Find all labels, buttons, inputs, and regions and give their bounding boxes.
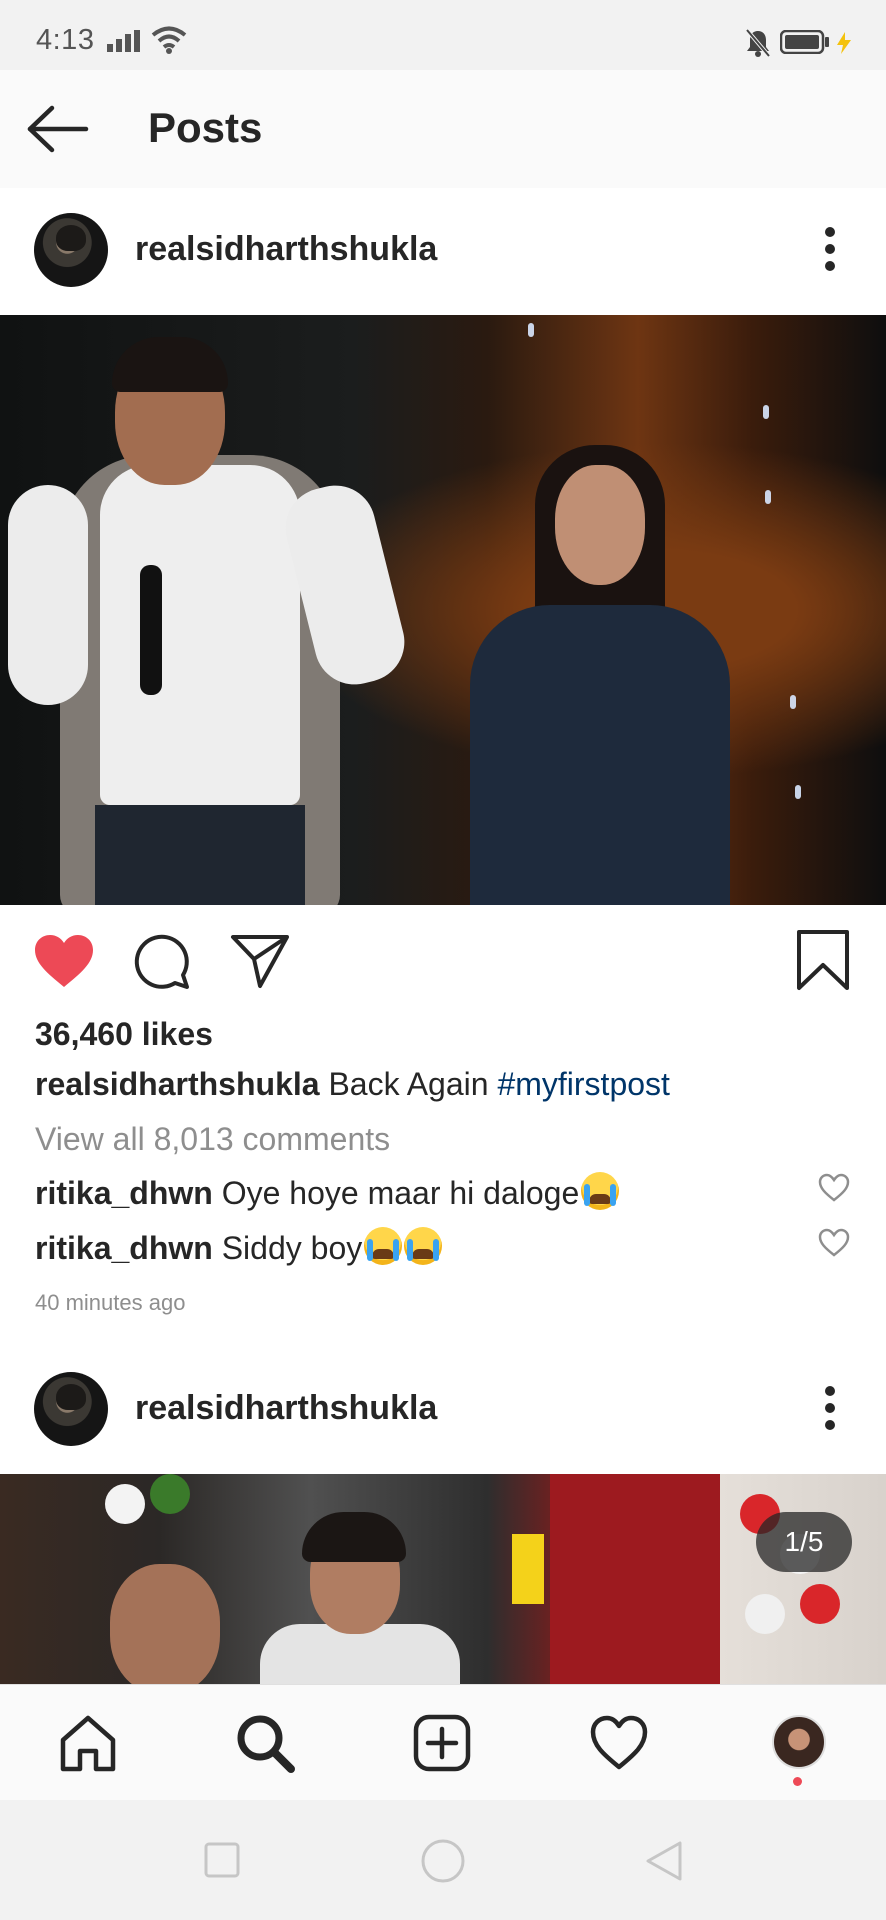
status-time: 4:13 [36,24,95,56]
flower [150,1474,190,1514]
comment-text: Oye hoye maar hi daloge [221,1175,580,1211]
post-image[interactable] [0,1474,886,1684]
top-app-bar: Posts [0,70,886,190]
flower [105,1484,145,1524]
profile-avatar[interactable] [772,1715,826,1769]
comment-icon[interactable] [133,933,191,991]
man-shirt [100,465,300,805]
flower [745,1594,785,1634]
microphone [140,565,162,695]
comment-like-heart-icon[interactable] [818,1173,850,1203]
system-navigation-bar [0,1800,886,1920]
comment-row: ritika_dhwn Siddy boy [35,1227,443,1267]
loudly-crying-emoji [581,1172,620,1210]
post-header: realsidharthshukla [0,1347,886,1473]
man-hair [112,337,228,392]
notifications-muted-icon [745,28,771,58]
post-header: realsidharthshukla [0,188,886,314]
caution-sign [512,1534,544,1604]
person-hair [302,1512,406,1562]
post-actions [0,905,886,1015]
post-caption: realsidharthshukla Back Again #myfirstpo… [35,1066,670,1103]
flower [800,1584,840,1624]
stage-light [763,405,769,419]
loudly-crying-emoji [404,1227,443,1265]
man-arm [8,485,88,705]
caption-hashtag[interactable]: #myfirstpost [497,1066,669,1102]
add-post-icon[interactable] [412,1713,472,1773]
post-username[interactable]: realsidharthshukla [135,1389,437,1428]
bottom-navigation [0,1684,886,1801]
person-face [110,1564,220,1684]
carousel-counter: 1/5 [756,1512,852,1572]
post-image[interactable] [0,315,886,905]
loudly-crying-emoji [364,1227,403,1265]
status-bar: 4:13 [0,0,886,70]
comment-text: Siddy boy [221,1230,363,1266]
stage-light [795,785,801,799]
caption-username[interactable]: realsidharthshukla [35,1066,320,1102]
back-triangle-icon[interactable] [644,1840,684,1882]
avatar[interactable] [34,1372,108,1446]
stage-light [528,323,534,337]
charging-bolt-icon [837,32,851,54]
comment-username[interactable]: ritika_dhwn [35,1230,213,1266]
stage-light [790,695,796,709]
woman-face [555,465,645,585]
more-options-icon[interactable] [824,1385,836,1431]
likes-count[interactable]: 36,460 likes [35,1016,213,1053]
search-icon[interactable] [235,1713,295,1773]
stage-light [765,490,771,504]
post-timestamp: 40 minutes ago [35,1290,186,1315]
back-arrow-icon[interactable] [26,104,90,154]
man-pants [95,805,305,905]
battery-icon [780,30,829,54]
home-icon[interactable] [58,1713,118,1773]
comment-like-heart-icon[interactable] [818,1228,850,1258]
view-all-comments-link[interactable]: View all 8,013 comments [35,1121,390,1158]
notification-dot [793,1777,802,1786]
bookmark-icon[interactable] [796,929,850,991]
post-username[interactable]: realsidharthshukla [135,230,437,269]
more-options-icon[interactable] [824,226,836,272]
caption-text: Back Again [328,1066,489,1102]
page-title: Posts [148,104,263,151]
cellular-signal-icon [107,30,140,52]
woman-dress [470,605,730,905]
home-circle-icon[interactable] [420,1838,466,1884]
recent-apps-icon[interactable] [204,1842,240,1878]
activity-heart-icon[interactable] [589,1713,649,1773]
share-icon[interactable] [230,933,290,989]
avatar[interactable] [34,213,108,287]
comment-row: ritika_dhwn Oye hoye maar hi daloge [35,1172,620,1212]
heart-filled-icon[interactable] [33,933,95,989]
wifi-icon [151,26,187,54]
comment-username[interactable]: ritika_dhwn [35,1175,213,1211]
red-curtain [550,1474,720,1684]
